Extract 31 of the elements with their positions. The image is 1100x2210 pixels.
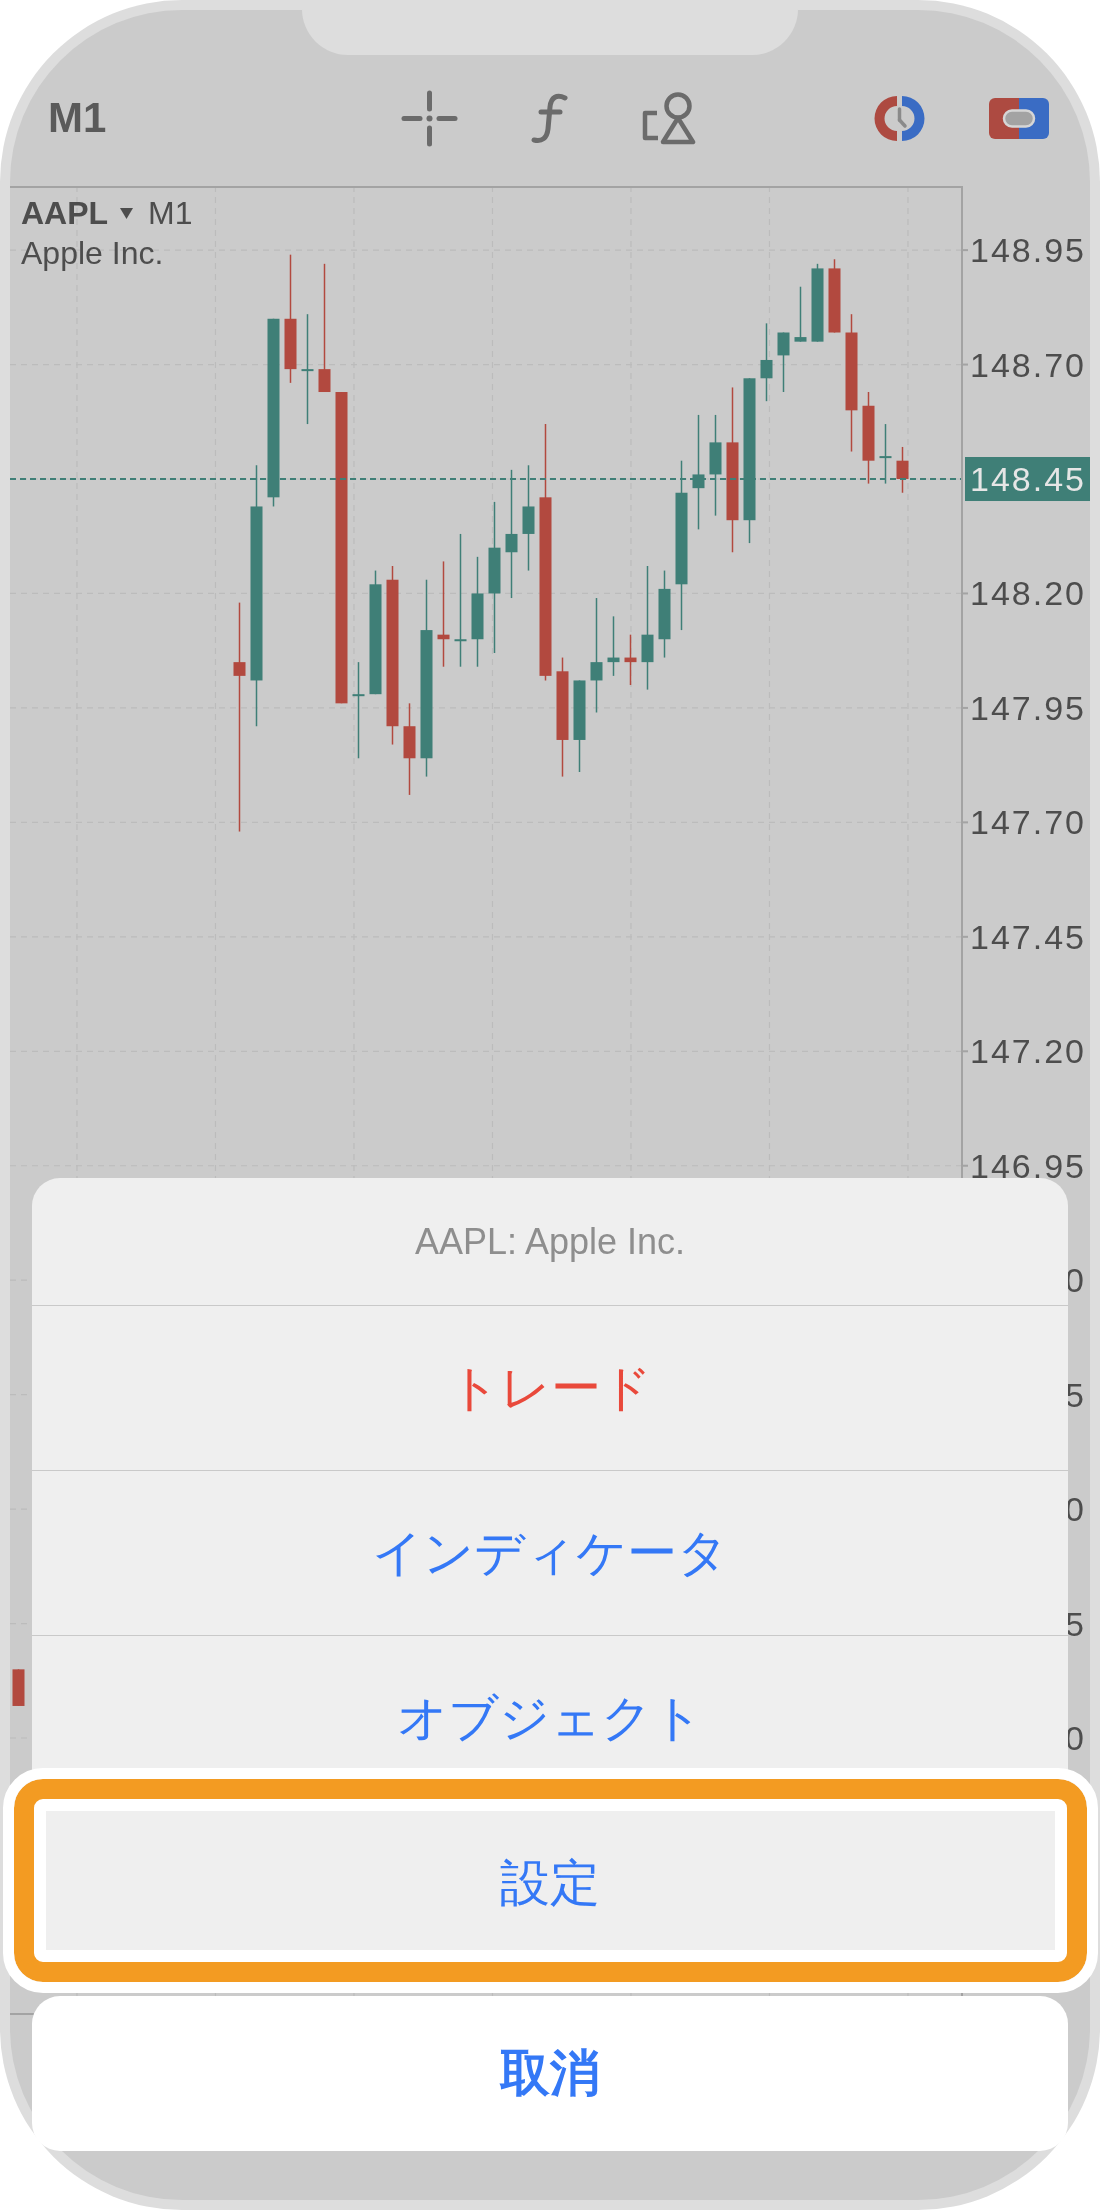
current-price-tag: 148.45 xyxy=(965,457,1090,501)
price-label: 147.20 xyxy=(970,1032,1086,1071)
candlestick xyxy=(607,615,620,677)
candlestick xyxy=(794,285,807,343)
action-item[interactable]: トレード xyxy=(32,1305,1068,1470)
price-label: 148.95 xyxy=(970,231,1086,270)
function-icon[interactable] xyxy=(531,92,569,144)
timeframe-label: M1 xyxy=(148,194,193,233)
candlestick xyxy=(879,423,892,485)
shapes-icon[interactable] xyxy=(642,91,696,145)
crosshair-icon[interactable] xyxy=(401,89,458,147)
cancel-button[interactable]: 取消 xyxy=(32,1996,1068,2151)
instrument-name: Apple Inc. xyxy=(21,234,164,273)
price-label: 148.20 xyxy=(970,574,1086,613)
price-label: 147.45 xyxy=(970,917,1086,956)
price-label: 147.95 xyxy=(970,688,1086,727)
price-label: 146.95 xyxy=(970,1146,1086,1185)
candlestick xyxy=(777,331,790,393)
action-item[interactable]: 設定 xyxy=(32,1800,1068,1965)
price-label: 147.70 xyxy=(970,803,1086,842)
candlestick xyxy=(896,446,909,494)
action-item[interactable]: インディケータ xyxy=(32,1470,1068,1635)
candlestick xyxy=(12,1668,25,1707)
sheet-title: AAPL: Apple Inc. xyxy=(414,1220,686,1263)
action-item[interactable]: オブジェクト xyxy=(32,1635,1068,1800)
caret-down-icon xyxy=(120,207,134,219)
timeframe-button[interactable]: M1 xyxy=(48,94,107,142)
symbol-label: AAPL xyxy=(21,194,109,233)
switch-icon[interactable] xyxy=(989,97,1049,139)
price-label: 148.70 xyxy=(970,345,1086,384)
candlestick xyxy=(624,633,637,686)
